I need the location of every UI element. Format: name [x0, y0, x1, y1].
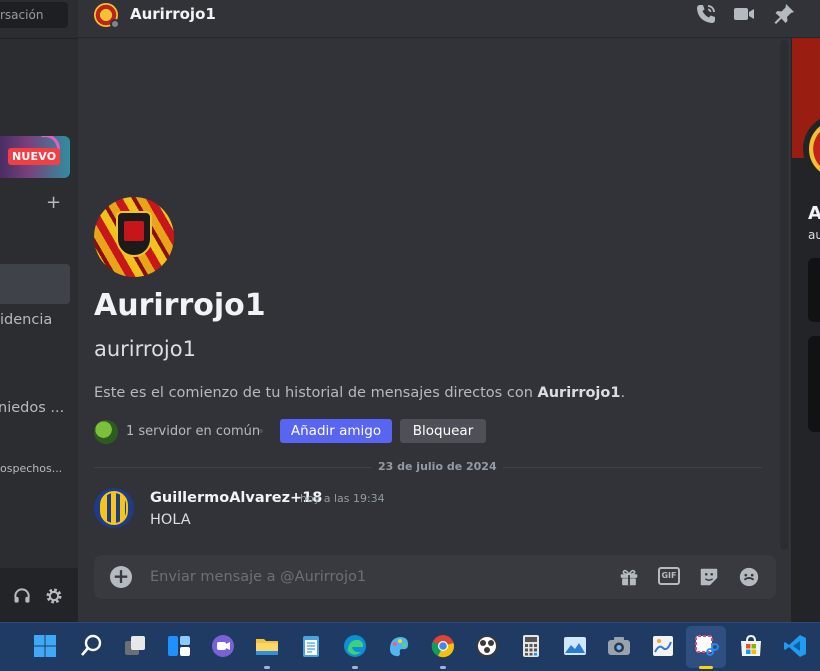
running-indicator	[440, 666, 446, 669]
panel-info-card	[808, 258, 820, 322]
gift-icon[interactable]	[618, 566, 640, 588]
task-view-icon[interactable]	[122, 633, 148, 659]
chrome-icon[interactable]	[430, 633, 456, 659]
sidebar-item-label[interactable]: idencia	[0, 312, 52, 328]
vscode-icon[interactable]	[782, 633, 808, 659]
block-button[interactable]: Bloquear	[400, 419, 486, 443]
sidebar-item-label[interactable]: niedos ...	[0, 400, 64, 416]
camera-icon[interactable]	[606, 633, 632, 659]
running-indicator	[264, 666, 270, 669]
search-icon[interactable]	[78, 633, 104, 659]
chat-header: Aurirrojo1	[78, 0, 820, 38]
active-app-indicator	[699, 666, 713, 669]
obs-icon[interactable]	[474, 633, 500, 659]
teams-chat-icon[interactable]	[210, 633, 236, 659]
message-timestamp: hoy a las 19:34	[300, 492, 385, 505]
emoji-icon[interactable]	[738, 566, 760, 588]
sidebar-item-label[interactable]: ospechos...	[0, 462, 62, 475]
club-crest-image	[116, 211, 152, 257]
mutual-servers-link[interactable]: 1 servidor en común	[126, 423, 260, 441]
message-content: HOLA	[150, 512, 191, 528]
separator-dot	[259, 429, 263, 433]
message-composer: + GIF	[94, 555, 776, 599]
notepad-icon[interactable]	[298, 633, 324, 659]
profile-username: aurirrojo1	[94, 337, 196, 361]
headset-icon[interactable]	[12, 586, 32, 606]
windows-taskbar	[0, 622, 820, 671]
dm-intro-text: Este es el comienzo de tu historial de m…	[94, 383, 625, 403]
photos-icon[interactable]	[562, 633, 588, 659]
gif-button[interactable]: GIF	[658, 567, 680, 585]
club-shield-image	[100, 491, 128, 525]
offline-status-icon	[110, 19, 120, 29]
mutual-server-icon[interactable]	[94, 420, 118, 444]
user-panel	[0, 568, 78, 622]
add-friend-button[interactable]: Añadir amigo	[280, 419, 392, 443]
user-profile-panel: A au	[791, 38, 820, 622]
intro-suffix: .	[620, 385, 626, 401]
paint-icon[interactable]	[650, 633, 676, 659]
sidebar-divider	[0, 38, 78, 39]
panel-display-name: A	[808, 203, 820, 224]
pin-icon[interactable]	[772, 2, 796, 26]
create-dm-button[interactable]: +	[46, 193, 61, 213]
panel-info-card	[808, 336, 820, 432]
edge-icon[interactable]	[342, 633, 368, 659]
dm-sidebar: rsación NUEVO + idencia niedos ... ospec…	[0, 0, 78, 622]
paint-3d-icon[interactable]	[386, 633, 412, 659]
running-indicator	[352, 666, 358, 669]
sticker-icon[interactable]	[698, 566, 720, 588]
file-explorer-icon[interactable]	[254, 633, 280, 659]
panel-username: au	[808, 228, 820, 242]
phone-call-icon[interactable]	[694, 2, 718, 26]
date-divider: 23 de julio de 2024	[372, 459, 503, 475]
message-author[interactable]: GuillermoAlvarez+18	[150, 488, 322, 508]
new-badge: NUEVO	[8, 148, 61, 165]
settings-gear-icon[interactable]	[44, 586, 64, 606]
intro-username: Aurirrojo1	[537, 385, 621, 401]
sidebar-item-selected[interactable]	[0, 264, 70, 304]
message-input[interactable]	[150, 555, 590, 599]
widgets-icon[interactable]	[166, 633, 192, 659]
header-title[interactable]: Aurirrojo1	[130, 3, 216, 25]
chat-scrollbar[interactable]	[780, 40, 788, 550]
profile-avatar[interactable]	[94, 197, 174, 277]
video-call-icon[interactable]	[732, 2, 756, 26]
profile-display-name: Aurirrojo1	[94, 288, 266, 323]
calculator-icon[interactable]	[518, 633, 544, 659]
intro-prefix: Este es el comienzo de tu historial de m…	[94, 385, 538, 401]
microsoft-store-icon[interactable]	[738, 633, 764, 659]
add-attachment-button[interactable]: +	[110, 566, 132, 588]
windows-start-icon[interactable]	[32, 633, 58, 659]
snipping-tool-icon[interactable]	[693, 633, 719, 659]
message-avatar[interactable]	[94, 488, 134, 528]
discord-window: rsación NUEVO + idencia niedos ... ospec…	[0, 0, 820, 671]
find-conversation-search[interactable]: rsación	[0, 2, 68, 28]
